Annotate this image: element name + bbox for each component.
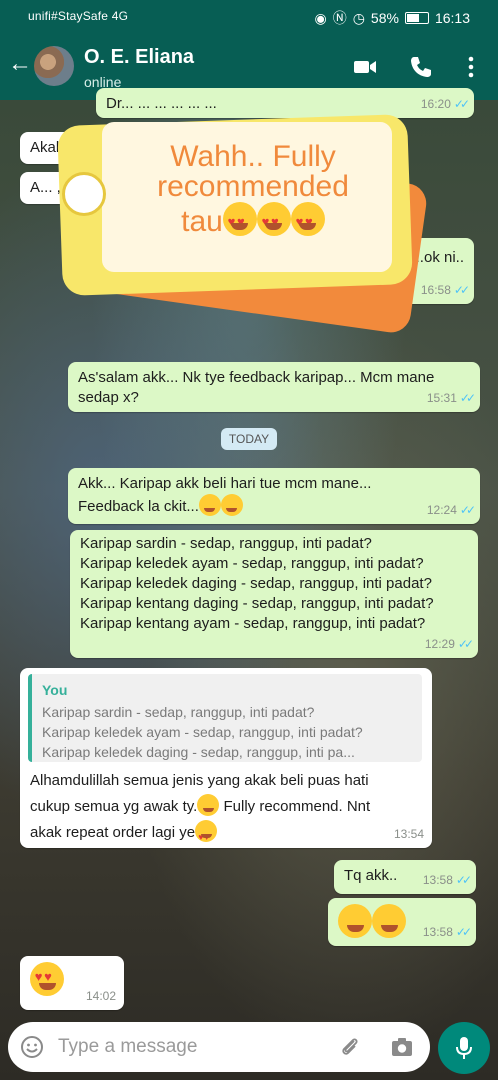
sticker-line: tau xyxy=(118,202,388,237)
read-ticks-icon: ✓✓ xyxy=(459,391,476,405)
read-ticks-icon: ✓✓ xyxy=(455,925,472,939)
blushing-emoji-icon xyxy=(198,494,221,516)
contact-name[interactable]: O. E. Eliana xyxy=(84,46,194,69)
camera-icon[interactable] xyxy=(390,1035,414,1059)
message-bubble-outgoing[interactable]: 13:58 ✓✓ xyxy=(328,898,476,946)
mic-icon xyxy=(456,1037,472,1059)
read-ticks-icon: ✓✓ xyxy=(457,637,474,651)
heart-eyes-emoji-icon xyxy=(290,202,325,237)
eye-icon: ◉ xyxy=(314,9,327,26)
emoji-icon[interactable] xyxy=(20,1035,44,1059)
sticker-line: recommended xyxy=(157,170,349,203)
quote-line: Karipap keledek daging - sedap, ranggup,… xyxy=(42,744,355,760)
back-arrow-icon[interactable]: ← xyxy=(8,52,32,76)
status-bar: unifi#StaySafe 4G ◉ Ⓝ ◷ 58% 16:13 xyxy=(0,0,498,34)
message-time: 12:24 ✓✓ xyxy=(426,503,476,517)
message-text: Alhamdulillah semua jenis yang akak beli… xyxy=(30,768,430,850)
more-options-icon[interactable] xyxy=(458,54,484,80)
message-text-line: Karipap kentang daging - sedap, ranggup,… xyxy=(80,595,434,612)
heart-eyes-emoji-icon xyxy=(30,962,64,996)
message-bubble-incoming[interactable]: 14:02 xyxy=(20,956,124,1010)
quote-author: You xyxy=(42,682,68,698)
status-right: ◉ Ⓝ ◷ 58% 16:13 xyxy=(314,8,470,28)
heart-eyes-emoji-icon xyxy=(222,202,257,237)
message-time: 13:58 ✓✓ xyxy=(422,873,472,887)
message-text-line: Feedback la ckit... xyxy=(78,494,470,517)
kissing-emoji-icon xyxy=(338,904,372,938)
message-text-line: As'salam akk... Nk tye feedback karipap.… xyxy=(78,369,435,386)
sticker-caption: Wahh.. Fully recommended tau xyxy=(118,140,388,238)
message-text: Tq akk.. xyxy=(344,867,398,884)
message-bubble-outgoing[interactable]: As'salam akk... Nk tye feedback karipap.… xyxy=(68,362,480,412)
message-time: 14:02 xyxy=(85,989,116,1003)
message-text-line: akak repeat order lagi ye xyxy=(30,820,430,850)
message-bubble-outgoing[interactable]: Karipap sardin - sedap, ranggup, inti pa… xyxy=(70,530,478,658)
message-text-line: Akk... Karipap akk beli hari tue mcm man… xyxy=(78,475,372,492)
message-text-line: Alhamdulillah semua jenis yang akak beli… xyxy=(30,772,369,789)
message-time: 13:54 xyxy=(393,827,424,841)
battery-percent: 58% xyxy=(370,10,399,26)
date-separator: TODAY xyxy=(221,428,277,450)
clock-time: 16:13 xyxy=(434,10,470,26)
message-bubble-outgoing[interactable]: Akk... Karipap akk beli hari tue mcm man… xyxy=(68,468,480,524)
message-text-line: Karipap keledek daging - sedap, ranggup,… xyxy=(80,575,432,592)
sticker-line: Wahh.. Fully xyxy=(170,140,336,173)
read-ticks-icon: ✓✓ xyxy=(453,283,470,297)
smiling-hearts-emoji-icon xyxy=(195,820,218,850)
kissing-emoji-icon xyxy=(372,904,406,938)
sticker-tag-hole xyxy=(62,172,106,216)
message-input-bar[interactable]: Type a message xyxy=(8,1022,430,1072)
message-text-line: Karipap keledek ayam - sedap, ranggup, i… xyxy=(80,555,424,572)
nfc-icon: Ⓝ xyxy=(332,10,347,26)
read-ticks-icon: ✓✓ xyxy=(455,873,472,887)
message-input[interactable]: Type a message xyxy=(58,1036,197,1058)
quote-line: Karipap keledek ayam - sedap, ranggup, i… xyxy=(42,724,363,740)
quote-line: Karipap sardin - sedap, ranggup, inti pa… xyxy=(42,704,315,720)
quoted-message[interactable]: You Karipap sardin - sedap, ranggup, int… xyxy=(28,674,422,762)
message-bubble-incoming-reply[interactable]: You Karipap sardin - sedap, ranggup, int… xyxy=(20,668,432,850)
message-text-line: sedap x? xyxy=(78,389,139,406)
clock-icon: ◷ xyxy=(352,9,365,26)
avatar[interactable] xyxy=(34,46,74,86)
read-ticks-icon: ✓✓ xyxy=(453,97,470,111)
heart-eyes-emoji-icon xyxy=(256,202,291,237)
network-type: 4G xyxy=(111,9,129,23)
message-time: 15:31 ✓✓ xyxy=(426,391,476,405)
sticker-image[interactable]: Wahh.. Fully recommended tau xyxy=(40,100,435,360)
message-time: 12:29 ✓✓ xyxy=(424,637,474,651)
mic-button[interactable] xyxy=(438,1022,490,1074)
carrier-label: unifi#StaySafe 4G xyxy=(28,9,129,23)
message-text-line: Karipap kentang ayam - sedap, ranggup, i… xyxy=(80,615,426,632)
grinning-emoji-icon xyxy=(197,794,220,816)
attach-icon[interactable] xyxy=(338,1035,362,1059)
battery-icon xyxy=(404,12,429,24)
message-bubble-outgoing[interactable]: Tq akk.. 13:58 ✓✓ xyxy=(334,860,476,894)
video-call-icon[interactable] xyxy=(352,54,378,80)
message-time: 13:58 ✓✓ xyxy=(422,925,472,939)
message-text-line: cukup semua yg awak ty. Fully recommend.… xyxy=(30,794,430,820)
voice-call-icon[interactable] xyxy=(408,54,434,80)
blushing-emoji-icon xyxy=(220,494,243,516)
read-ticks-icon: ✓✓ xyxy=(459,503,476,517)
message-text-line: Karipap sardin - sedap, ranggup, inti pa… xyxy=(80,535,372,552)
